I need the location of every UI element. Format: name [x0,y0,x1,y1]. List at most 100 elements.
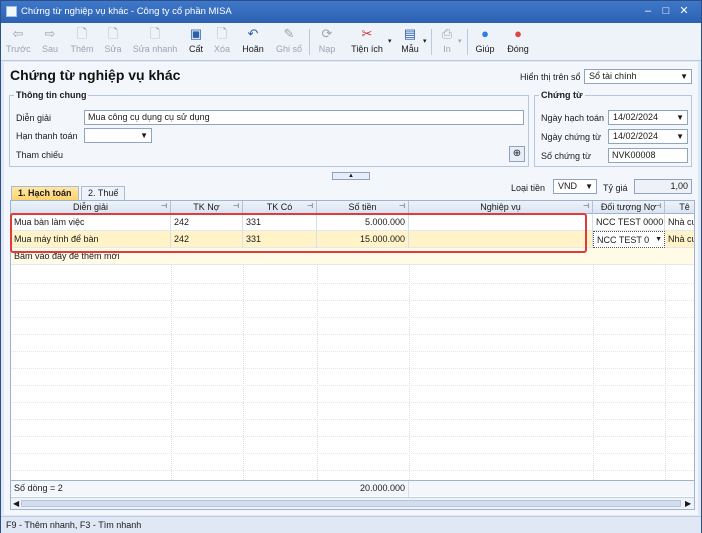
page-title: Chứng từ nghiệp vụ khác [10,67,181,83]
chevron-down-icon: ▼ [676,113,684,122]
delete-button[interactable]: 🗋 Xóa [213,26,231,58]
chevron-down-icon[interactable]: ▾ [458,37,462,45]
grid-line [317,265,318,480]
undo-icon: ↶ [247,26,259,41]
pin-icon: ⊣ [582,203,589,210]
book-select[interactable]: Sổ tài chính ▼ [584,69,692,84]
voucher-title: Chứng từ [539,90,585,100]
payment-due-select[interactable]: ▼ [84,128,152,143]
edit-button[interactable]: 🗋 Sửa [103,26,123,58]
cell-debit-object[interactable]: NCC TEST 0000 [593,214,665,231]
grid-line [11,300,694,301]
tab-accounting[interactable]: 1. Hạch toán [11,186,79,200]
pin-icon: ⊣ [306,203,313,210]
grid-line [11,385,694,386]
col-header-name[interactable]: Tê [665,201,694,214]
tools-button[interactable]: ✂ Tiện ích [347,26,387,58]
cell-name[interactable]: Nhà cu [665,231,694,248]
pin-icon: ⊣ [654,203,661,210]
chevron-down-icon[interactable]: ▾ [388,37,392,45]
description-input[interactable]: Mua công cụ dụng cụ sử dụng [84,110,524,125]
quick-edit-button[interactable]: 🗋 Sửa nhanh [132,26,178,58]
general-info-title: Thông tin chung [14,90,89,100]
arrow-left-icon: ⇦ [12,26,24,41]
close-window-icon[interactable]: ✕ [677,4,691,18]
grid-line [11,368,694,369]
grid-line [11,317,694,318]
prev-button[interactable]: ⇦ Trước [6,26,31,58]
template-button[interactable]: ▤ Mẫu [399,26,421,58]
voucher-group: Chứng từ Ngày hạch toán 14/02/2024 ▼ Ngà… [534,90,692,167]
row-count: Số dòng = 2 [14,483,63,493]
horizontal-scrollbar[interactable]: ◀ ▶ [11,497,694,509]
delete-icon: 🗋 [216,26,228,41]
col-header-debit-object[interactable]: Đối tượng Nợ ⊣ [593,201,665,214]
help-icon: ● [481,26,489,41]
title-bar: Chứng từ nghiệp vụ khác - Công ty cổ phầ… [1,1,701,23]
status-bar: F9 - Thêm nhanh, F3 - Tìm nhanh [1,516,701,533]
voucher-date-label: Ngày chứng từ [541,132,602,142]
posting-date-label: Ngày hạch toán [541,113,605,123]
grid-line [11,453,694,454]
close-button[interactable]: ● Đóng [506,26,530,58]
cell-name[interactable]: Nhà cu [665,214,694,231]
scroll-left-icon[interactable]: ◀ [13,498,19,509]
grid-line [11,334,694,335]
chevron-down-icon[interactable]: ▾ [423,37,427,45]
print-button[interactable]: ⎙ In [438,26,456,58]
window-title: Chứng từ nghiệp vụ khác - Công ty cổ phầ… [21,6,232,17]
next-button[interactable]: ⇨ Sau [39,26,61,58]
app-icon [6,6,17,17]
highlight-box [10,213,587,253]
tools-icon: ✂ [361,26,373,41]
grid-line [665,265,666,480]
reload-icon: ⟳ [321,26,333,41]
save-button[interactable]: ▣ Cất [187,26,205,58]
add-doc-icon: 🗋 [76,26,88,41]
minimize-icon[interactable]: – [641,4,655,18]
grid-line [11,402,694,403]
pin-icon: ⊣ [398,203,405,210]
chevron-down-icon: ▼ [655,236,662,243]
toolbar-separator [467,29,468,55]
chevron-down-icon: ▼ [140,131,148,140]
chevron-down-icon: ▼ [680,72,688,81]
grid-line [171,265,172,480]
toolbar: ⇦ Trước ⇨ Sau 🗋 Thêm 🗋 Sửa 🗋 Sửa nhanh ▣… [1,23,701,61]
edit-doc-icon: 🗋 [107,26,119,41]
show-on-book-label: Hiển thị trên sổ [520,72,581,82]
tab-tax[interactable]: 2. Thuế [81,186,126,200]
scroll-thumb[interactable] [21,500,681,507]
voucher-number-input[interactable]: NVK00008 [608,148,688,163]
grid-footer: Số dòng = 2 20.000.000 [11,480,694,497]
main-content: Chứng từ nghiệp vụ khác Hiển thị trên sổ… [4,62,698,515]
exchange-rate-label: Tỷ giá [603,183,628,193]
post-button[interactable]: ✎ Ghi sổ [275,26,303,58]
voucher-date-input[interactable]: 14/02/2024 ▼ [608,129,688,144]
debit-object-dropdown[interactable]: NCC TEST 0 ▼ [593,231,665,248]
pin-icon: ⊣ [232,203,239,210]
zoom-reference-icon[interactable]: ⊕ [509,146,525,162]
grid-line [11,436,694,437]
undo-button[interactable]: ↶ Hoãn [241,26,265,58]
grid-line [11,419,694,420]
toolbar-separator [431,29,432,55]
voucher-number-label: Số chứng từ [541,151,592,161]
save-icon: ▣ [189,26,203,41]
posting-date-input[interactable]: 14/02/2024 ▼ [608,110,688,125]
reference-label: Tham chiếu [16,150,64,160]
maximize-icon[interactable]: □ [659,4,673,18]
chevron-down-icon: ▼ [585,182,593,191]
currency-select[interactable]: VND ▼ [553,179,597,194]
add-button[interactable]: 🗋 Thêm [69,26,95,58]
close-icon: ● [514,26,522,41]
toolbar-separator [309,29,310,55]
reload-button[interactable]: ⟳ Nạp [317,26,337,58]
arrow-right-icon: ⇨ [44,26,56,41]
chevron-down-icon: ▼ [676,132,684,141]
scroll-right-icon[interactable]: ▶ [685,498,691,509]
collapse-toggle[interactable]: ▲ [332,172,370,180]
template-icon: ▤ [403,26,417,41]
help-button[interactable]: ● Giúp [474,26,496,58]
exchange-rate-input[interactable]: 1,00 [634,179,692,194]
